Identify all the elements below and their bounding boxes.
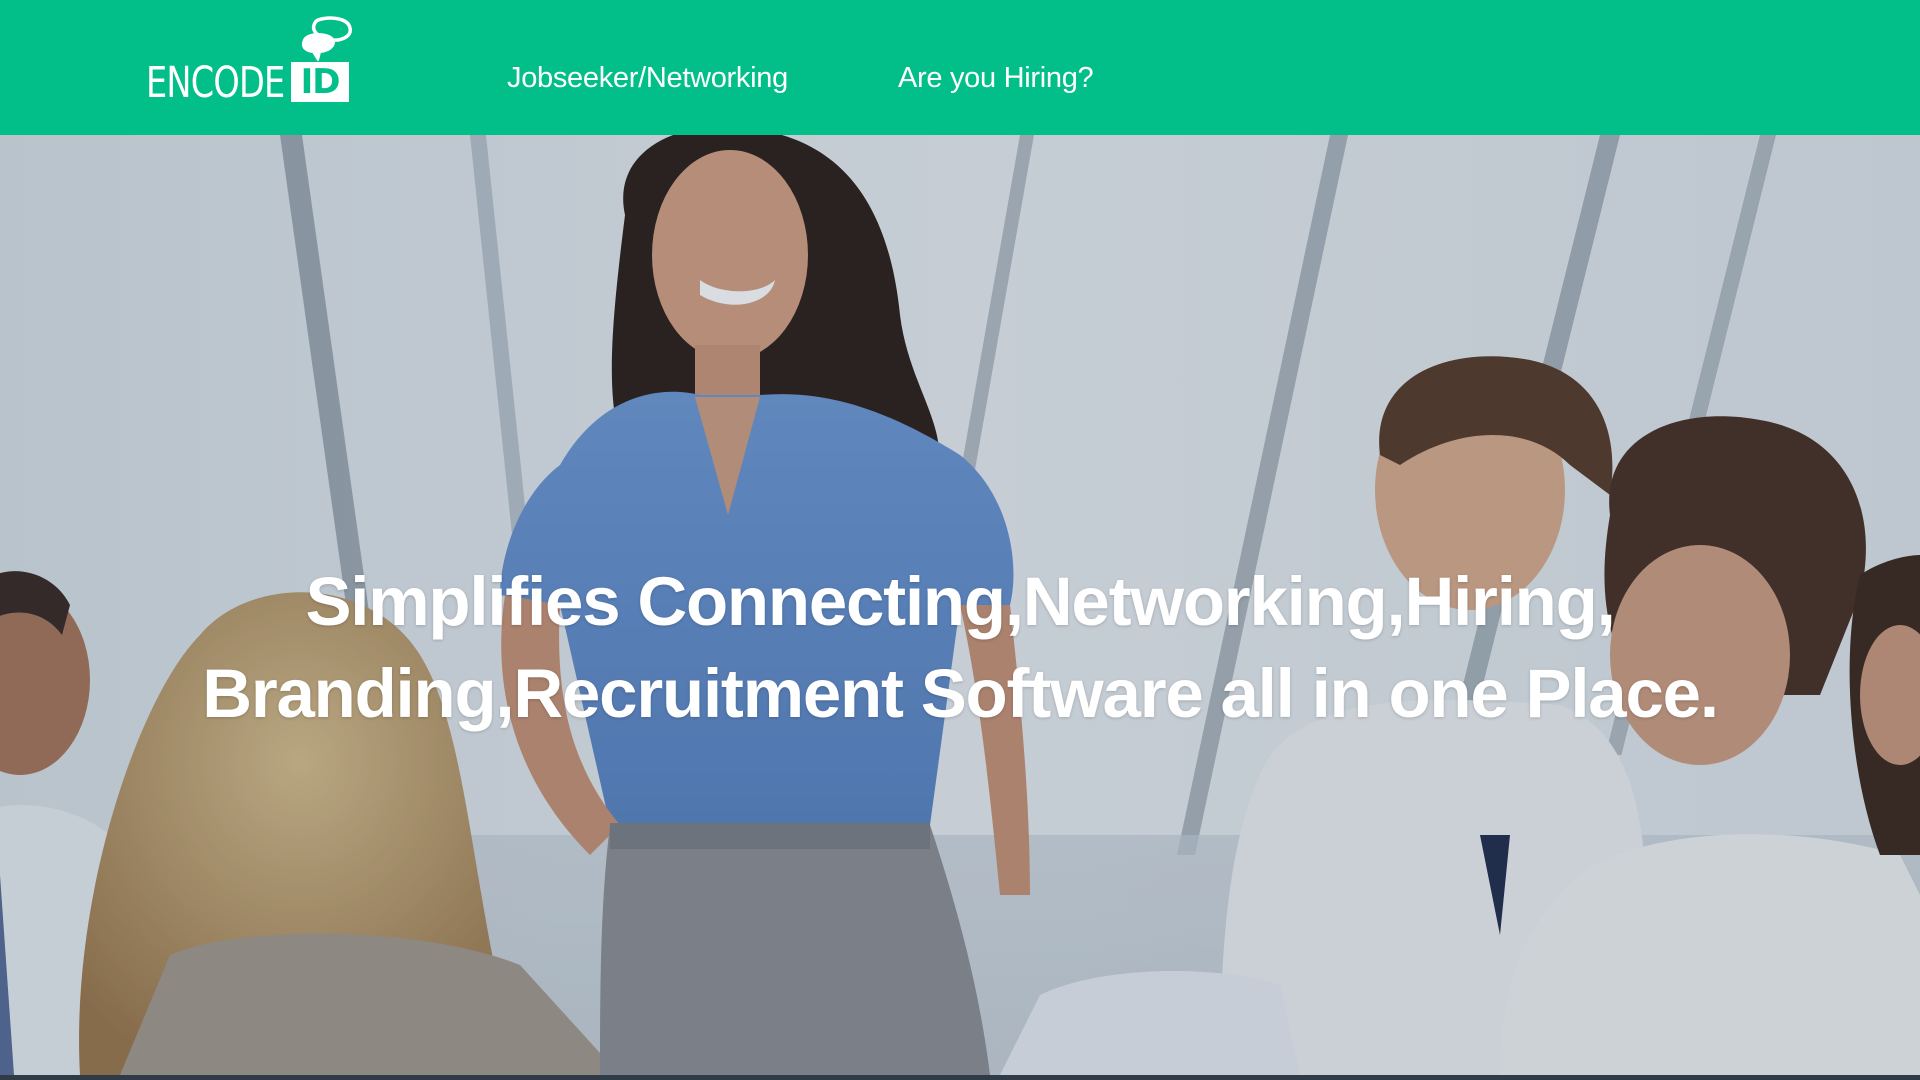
hero-section: Simplifies Connecting,Networking,Hiring,…	[0, 135, 1920, 1075]
top-navigation-bar: ENCODE ID Jobseeker/Networking Are you H…	[0, 0, 1920, 135]
page: ENCODE ID Jobseeker/Networking Are you H…	[0, 0, 1920, 1080]
encode-id-logo[interactable]: ENCODE ID	[146, 16, 366, 108]
nav-link-are-you-hiring[interactable]: Are you Hiring?	[898, 64, 1094, 93]
logo-id-badge: ID	[291, 62, 349, 102]
nav-link-jobseeker-networking[interactable]: Jobseeker/Networking	[507, 64, 788, 93]
bottom-strip	[0, 1075, 1920, 1080]
hero-headline-line-2: Branding,Recruitment Software all in one…	[202, 655, 1719, 733]
hero-headline-line-1: Simplifies Connecting,Networking,Hiring,	[305, 563, 1615, 641]
speech-bubbles-icon	[301, 16, 352, 61]
logo-wordmark: ENCODE	[146, 58, 285, 108]
hero-headline: Simplifies Connecting,Networking,Hiring,…	[0, 556, 1920, 740]
